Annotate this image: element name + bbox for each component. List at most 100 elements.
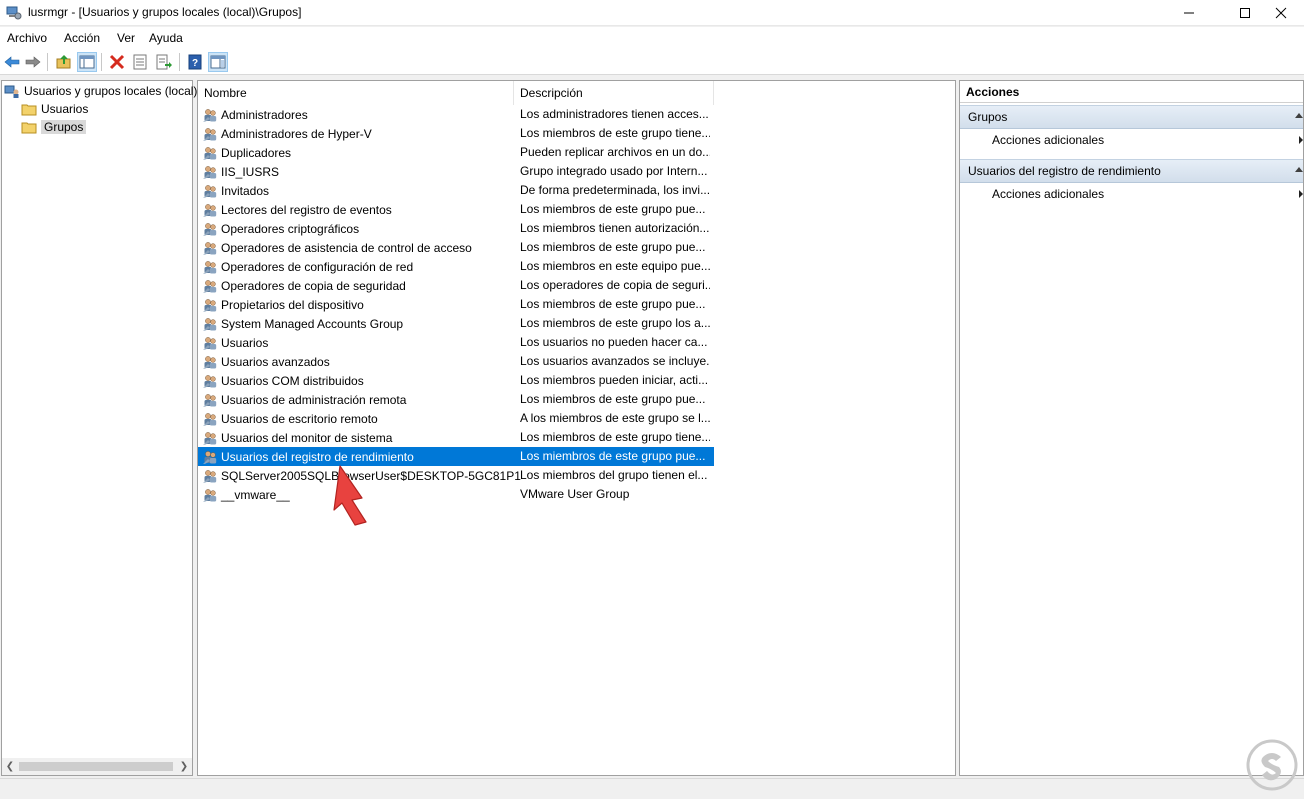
group-description: De forma predeterminada, los invi... [520, 183, 710, 197]
group-description: Los miembros de este grupo pue... [520, 392, 706, 406]
table-row[interactable]: Lectores del registro de eventos Los miem… [198, 200, 714, 219]
column-header-nombre[interactable]: Nombre [198, 81, 514, 105]
table-row[interactable]: IIS_IUSRS Grupo integrado usado por Inter… [198, 162, 714, 181]
scrollbar-thumb[interactable] [19, 762, 173, 771]
computer-management-icon [6, 5, 22, 21]
group-name: Usuarios de administración remota [221, 392, 407, 407]
group-description: Los miembros de este grupo tiene... [520, 430, 710, 444]
table-row[interactable]: Duplicadores Pueden replicar archivos en … [198, 143, 714, 162]
table-row[interactable]: Operadores de configuración de red Los mi… [198, 257, 714, 276]
action-acciones-adicionales[interactable]: Acciones adicionales [992, 184, 1104, 204]
delete-button[interactable] [107, 52, 127, 72]
tree-item-usuarios[interactable]: Usuarios [21, 100, 88, 117]
table-row[interactable]: Invitados De forma predeterminada, los in… [198, 181, 714, 200]
minimize-button[interactable] [1166, 0, 1212, 26]
show-hide-action-pane-button[interactable] [208, 52, 228, 72]
help-icon: ? [188, 54, 202, 70]
tree-horizontal-scrollbar[interactable]: ❮ ❯ [2, 758, 192, 775]
up-one-level-button[interactable] [54, 52, 74, 72]
status-bar [0, 778, 1304, 799]
group-description: VMware User Group [520, 487, 630, 501]
console-tree-pane: Usuarios y grupos locales (local) Usuari… [1, 80, 197, 776]
group-icon [202, 487, 218, 503]
cell-nombre: Usuarios del monitor de sistema [202, 428, 392, 447]
group-description: A los miembros de este grupo se l... [520, 411, 710, 425]
close-button[interactable] [1258, 0, 1304, 26]
cell-nombre: Administradores [202, 105, 308, 124]
properties-button[interactable] [130, 52, 150, 72]
up-folder-icon [56, 55, 71, 69]
cell-nombre: Usuarios de escritorio remoto [202, 409, 378, 428]
table-row[interactable]: SQLServer2005SQLBrowserUser$DESKTOP-5GC8… [198, 466, 714, 485]
cell-nombre: Usuarios avanzados [202, 352, 330, 371]
toolbar-separator [101, 53, 102, 71]
group-icon [202, 373, 218, 389]
column-header-descripcion[interactable]: Descripción [514, 81, 714, 105]
group-name: Operadores de copia de seguridad [221, 278, 406, 293]
group-name: Usuarios COM distribuidos [221, 373, 364, 388]
folder-icon [21, 119, 37, 135]
table-row[interactable]: Usuarios del monitor de sistema Los miemb… [198, 428, 714, 447]
collapse-caret-icon[interactable] [1295, 113, 1303, 118]
menu-archivo[interactable]: Archivo [7, 30, 47, 46]
group-name: __vmware__ [221, 487, 290, 502]
group-description: Los miembros de este grupo pue... [520, 297, 706, 311]
tree-root-local-users-groups[interactable]: Usuarios y grupos locales (local) [4, 82, 197, 99]
table-row[interactable]: Operadores de copia de seguridad Los oper… [198, 276, 714, 295]
table-row[interactable]: Usuarios del registro de rendimiento Los … [198, 447, 714, 466]
export-list-button[interactable] [154, 52, 174, 72]
table-row[interactable]: Administradores de Hyper-V Los miembros d… [198, 124, 714, 143]
table-row[interactable]: Propietarios del dispositivo Los miembros… [198, 295, 714, 314]
table-row[interactable]: Operadores criptográficos Los miembros ti… [198, 219, 714, 238]
table-row[interactable]: Usuarios Los usuarios no pueden hacer ca.… [198, 333, 714, 352]
menu-ayuda[interactable]: Ayuda [149, 30, 183, 46]
table-row[interactable]: Administradores Los administradores tiene… [198, 105, 714, 124]
watermark-logo-icon [1246, 739, 1298, 791]
group-name: System Managed Accounts Group [221, 316, 404, 331]
group-icon [202, 126, 218, 142]
group-description: Los usuarios no pueden hacer ca... [520, 335, 708, 349]
table-row[interactable]: System Managed Accounts Group Los miembro… [198, 314, 714, 333]
group-icon [202, 297, 218, 313]
menu-accion[interactable]: Acción [64, 30, 100, 46]
cell-nombre: Administradores de Hyper-V [202, 124, 372, 143]
back-button[interactable] [2, 52, 22, 72]
table-row[interactable]: Usuarios avanzados Los usuarios avanzados… [198, 352, 714, 371]
show-hide-action-pane-icon [210, 55, 226, 69]
cell-nombre: Lectores del registro de eventos [202, 200, 392, 219]
toolbar-separator [179, 53, 180, 71]
help-button[interactable]: ? [185, 52, 205, 72]
scroll-right-icon[interactable]: ❯ [178, 761, 190, 773]
cell-nombre: Operadores de configuración de red [202, 257, 413, 276]
table-row[interactable]: Usuarios de administración remota Los mie… [198, 390, 714, 409]
forward-button[interactable] [23, 52, 43, 72]
maximize-icon [1240, 8, 1250, 18]
groups-list-pane: Nombre Descripción Administradores Los ad… [197, 80, 956, 776]
tree-item-grupos[interactable]: Grupos [21, 118, 87, 135]
group-description: Los miembros de este grupo los a... [520, 316, 710, 330]
table-row[interactable]: Operadores de asistencia de control de a… [198, 238, 714, 257]
scroll-left-icon[interactable]: ❮ [4, 761, 16, 773]
svg-text:?: ? [192, 58, 198, 69]
menu-ver[interactable]: Ver [117, 30, 135, 46]
action-group-grupos[interactable]: Grupos [960, 105, 1303, 129]
group-description: Los operadores de copia de seguri... [520, 278, 710, 292]
properties-icon [133, 54, 147, 70]
annotation-arrow-icon [333, 465, 367, 526]
folder-icon [21, 101, 37, 117]
group-icon [202, 145, 218, 161]
action-group-selected-item[interactable]: Usuarios del registro de rendimiento [960, 159, 1303, 183]
close-icon [1275, 7, 1287, 19]
group-icon [202, 354, 218, 370]
group-description: Los miembros del grupo tienen el... [520, 468, 708, 482]
show-hide-tree-button[interactable] [77, 52, 97, 72]
delete-icon [109, 54, 125, 70]
table-row[interactable]: Usuarios COM distribuidos Los miembros pu… [198, 371, 714, 390]
collapse-caret-icon[interactable] [1295, 167, 1303, 172]
table-row[interactable]: Usuarios de escritorio remoto A los miemb… [198, 409, 714, 428]
group-icon [202, 164, 218, 180]
group-name: Invitados [221, 183, 270, 198]
table-row[interactable]: __vmware__ VMware User Group [198, 485, 714, 504]
action-acciones-adicionales[interactable]: Acciones adicionales [992, 130, 1104, 150]
group-icon [202, 107, 218, 123]
